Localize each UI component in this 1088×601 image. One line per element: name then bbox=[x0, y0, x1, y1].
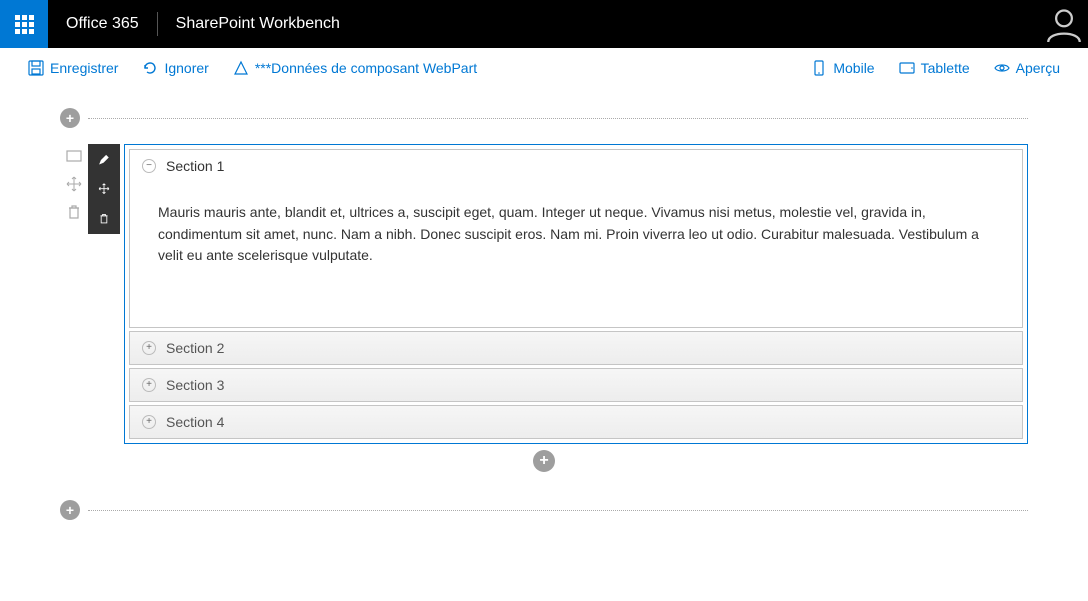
mobile-button[interactable]: Mobile bbox=[799, 54, 886, 82]
undo-icon bbox=[142, 60, 158, 76]
accordion-header-1[interactable]: − Section 1 bbox=[129, 149, 1023, 182]
mobile-icon bbox=[811, 60, 827, 76]
save-button[interactable]: Enregistrer bbox=[16, 54, 130, 82]
eye-icon bbox=[994, 60, 1010, 76]
webpart-data-button[interactable]: ***Données de composant WebPart bbox=[221, 54, 489, 82]
command-bar: Enregistrer Ignorer ***Données de compos… bbox=[0, 48, 1088, 88]
accordion-header-4[interactable]: + Section 4 bbox=[129, 405, 1023, 439]
save-icon bbox=[28, 60, 44, 76]
expand-icon: + bbox=[142, 378, 156, 392]
save-label: Enregistrer bbox=[50, 60, 118, 76]
app-title: SharePoint Workbench bbox=[158, 15, 358, 33]
webpart-selected[interactable]: − Section 1 Mauris mauris ante, blandit … bbox=[124, 144, 1028, 444]
add-icon: + bbox=[60, 108, 80, 128]
accordion-header-3[interactable]: + Section 3 bbox=[129, 368, 1023, 402]
accordion-title: Section 1 bbox=[166, 158, 224, 174]
app-launcher[interactable] bbox=[0, 0, 48, 48]
add-webpart-below[interactable]: + bbox=[60, 450, 1028, 472]
brand-name[interactable]: Office 365 bbox=[48, 15, 157, 33]
accordion-title: Section 4 bbox=[166, 414, 224, 430]
move-section-icon[interactable] bbox=[66, 176, 82, 192]
edit-section-icon[interactable] bbox=[66, 148, 82, 164]
accordion-header-2[interactable]: + Section 2 bbox=[129, 331, 1023, 365]
delete-webpart-icon[interactable] bbox=[96, 213, 112, 224]
add-icon: + bbox=[533, 450, 555, 472]
delete-section-icon[interactable] bbox=[66, 204, 82, 220]
add-section-top[interactable]: + bbox=[60, 108, 1028, 128]
user-avatar[interactable] bbox=[1040, 0, 1088, 48]
accordion-title: Section 3 bbox=[166, 377, 224, 393]
waffle-icon bbox=[15, 15, 34, 34]
webpart-zone: − Section 1 Mauris mauris ante, blandit … bbox=[60, 144, 1028, 444]
webpart-tools-dark bbox=[88, 144, 120, 234]
tablet-button[interactable]: Tablette bbox=[887, 54, 982, 82]
accordion-panel-1: Mauris mauris ante, blandit et, ultrices… bbox=[129, 182, 1023, 328]
accordion-content: Mauris mauris ante, blandit et, ultrices… bbox=[158, 204, 979, 263]
discard-label: Ignorer bbox=[164, 60, 208, 76]
tablet-icon bbox=[899, 60, 915, 76]
discard-button[interactable]: Ignorer bbox=[130, 54, 220, 82]
collapse-icon: − bbox=[142, 159, 156, 173]
expand-icon: + bbox=[142, 341, 156, 355]
expand-icon: + bbox=[142, 415, 156, 429]
canvas: + − Section 1 Mauris mauris ante, blandi… bbox=[0, 88, 1088, 560]
person-icon bbox=[1046, 6, 1082, 42]
preview-button[interactable]: Aperçu bbox=[982, 54, 1072, 82]
accordion: − Section 1 Mauris mauris ante, blandit … bbox=[129, 149, 1023, 439]
hint-dash bbox=[88, 118, 1028, 119]
hint-dash bbox=[88, 510, 1028, 511]
section-tools-light bbox=[60, 144, 88, 444]
add-section-bottom[interactable]: + bbox=[60, 500, 1028, 520]
triangle-icon bbox=[233, 60, 249, 76]
preview-label: Aperçu bbox=[1016, 60, 1060, 76]
move-webpart-icon[interactable] bbox=[96, 183, 112, 194]
tablet-label: Tablette bbox=[921, 60, 970, 76]
add-icon: + bbox=[60, 500, 80, 520]
mobile-label: Mobile bbox=[833, 60, 874, 76]
webpart-data-label: ***Données de composant WebPart bbox=[255, 60, 477, 76]
edit-webpart-icon[interactable] bbox=[96, 154, 112, 165]
accordion-title: Section 2 bbox=[166, 340, 224, 356]
suite-header: Office 365 SharePoint Workbench bbox=[0, 0, 1088, 48]
